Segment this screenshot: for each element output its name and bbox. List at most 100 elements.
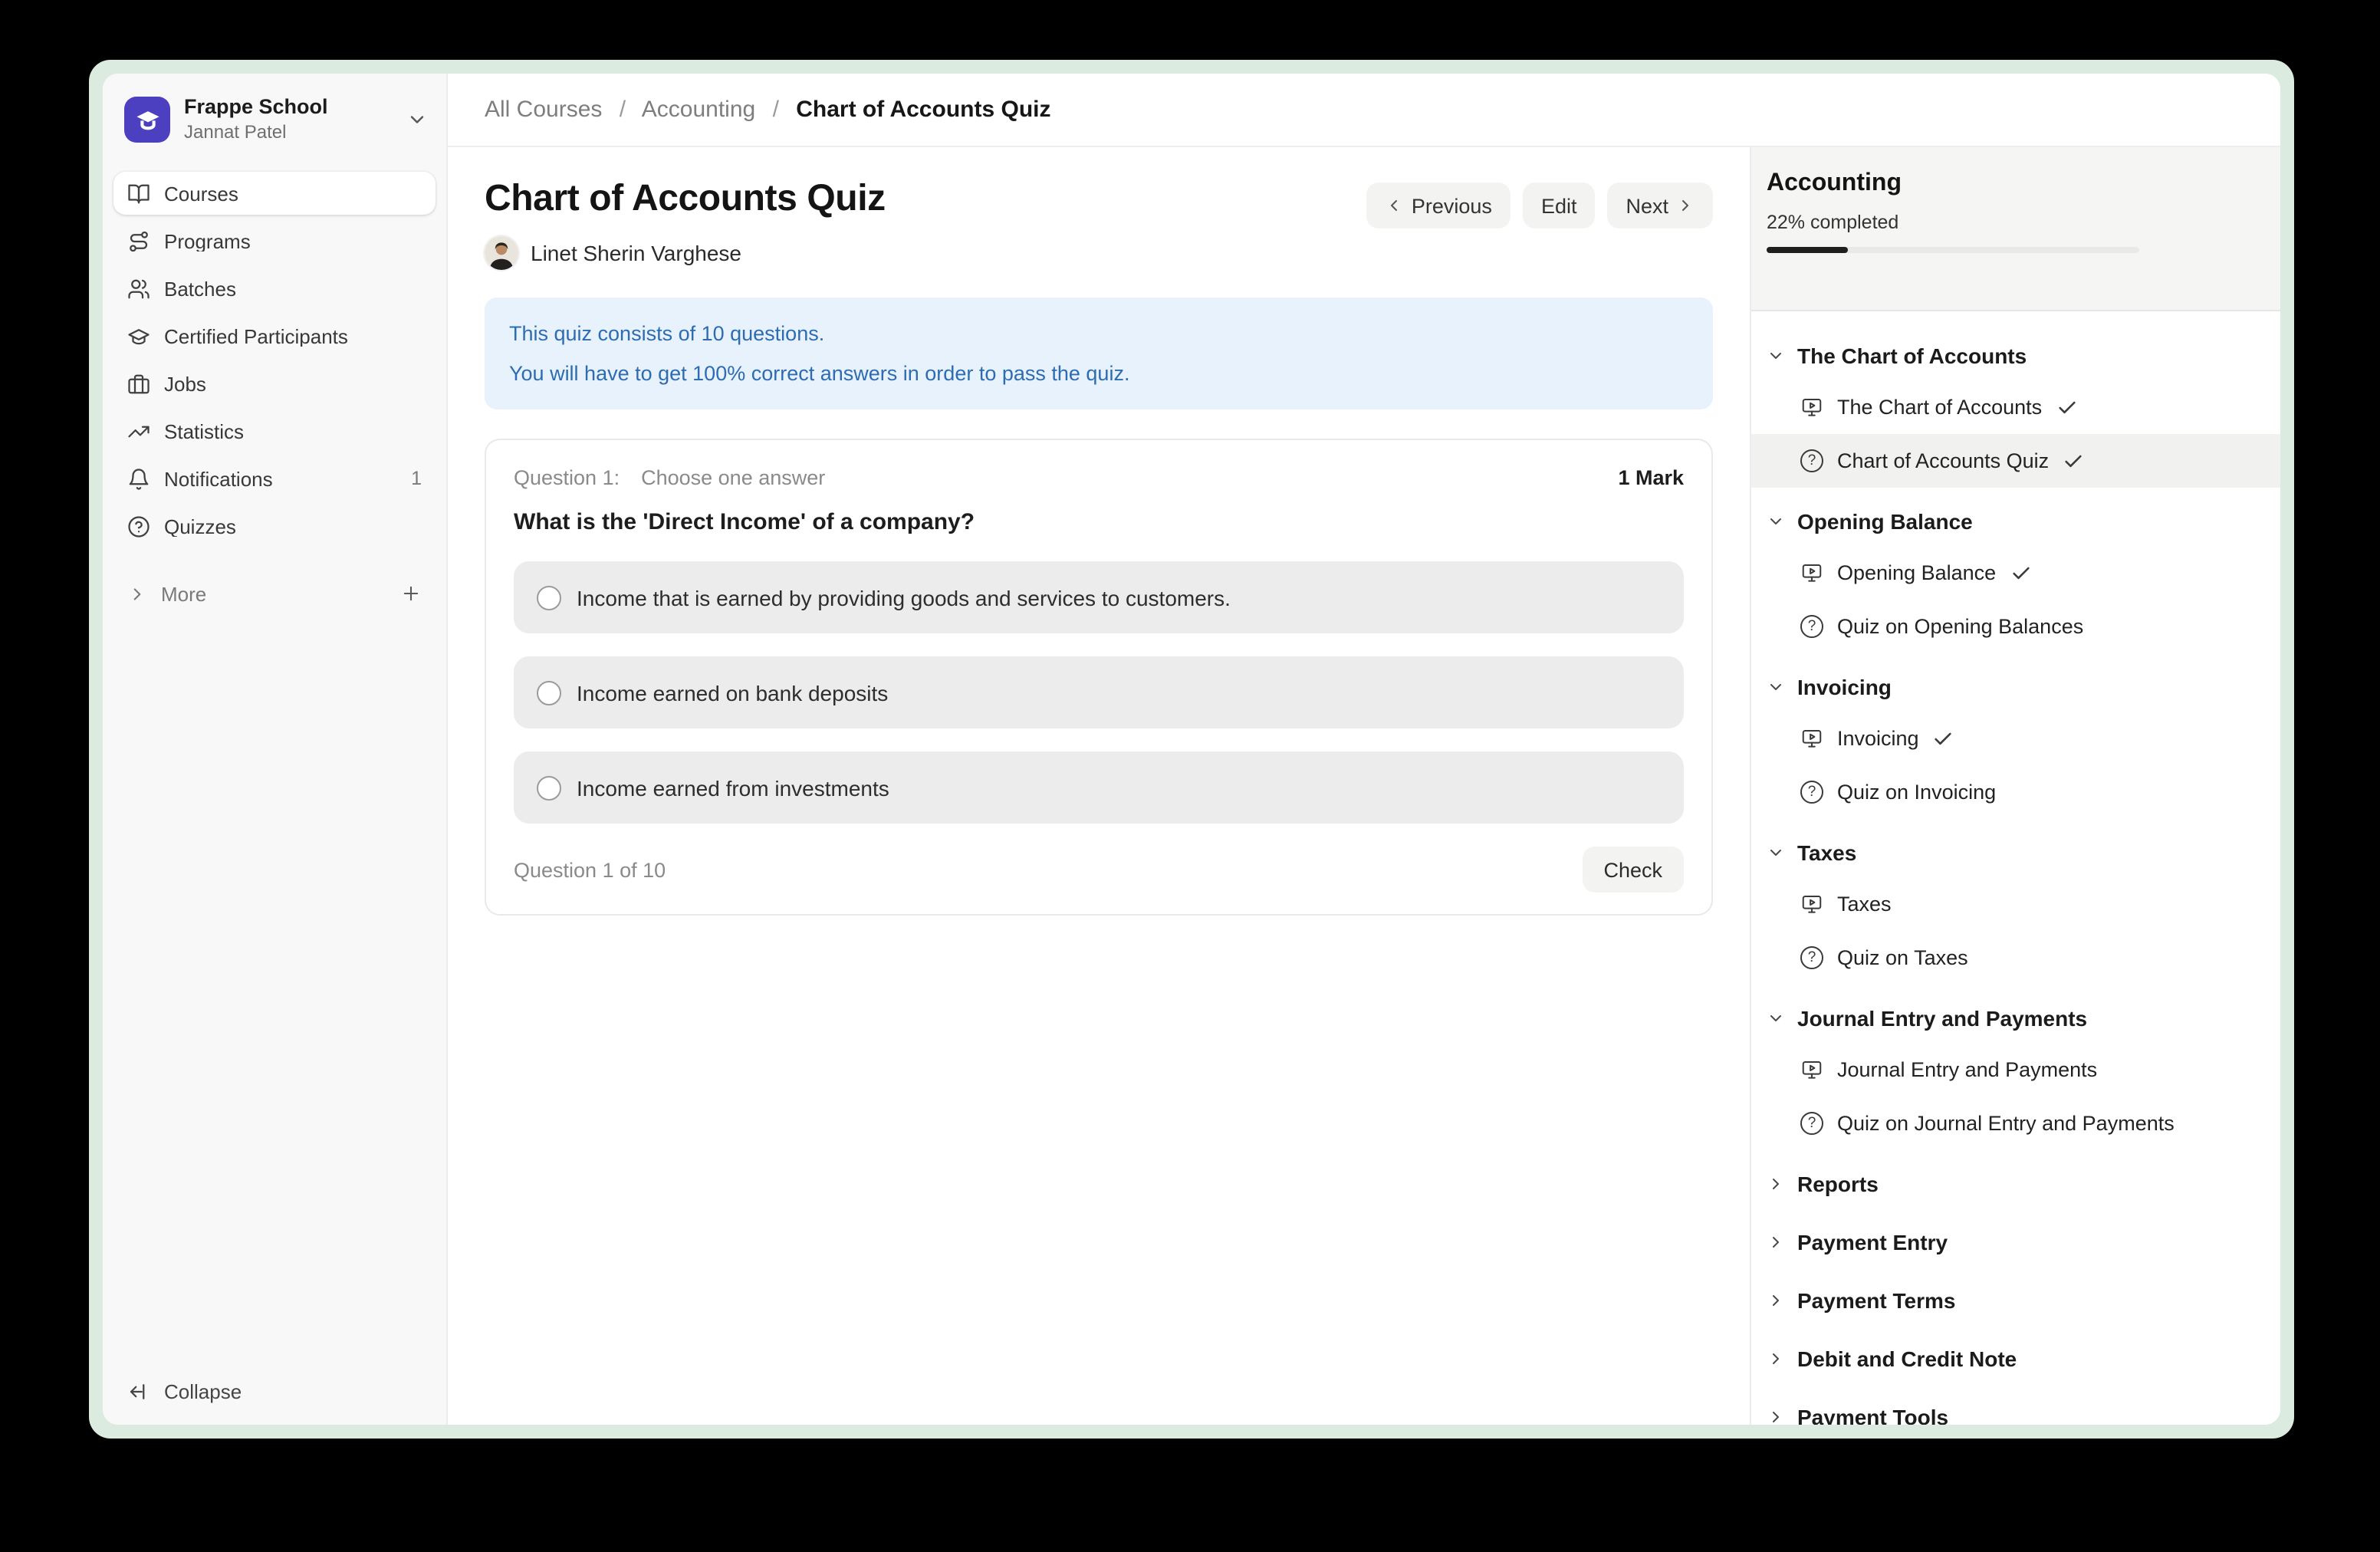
radio-icon[interactable] — [537, 776, 561, 801]
lesson-quiz-on-journal-entry-and-payments[interactable]: ? Quiz on Journal Entry and Payments — [1751, 1097, 2280, 1150]
chapter-journal-entry-and-payments[interactable]: Journal Entry and Payments — [1751, 992, 2280, 1043]
lesson-quiz-on-opening-balances[interactable]: ? Quiz on Opening Balances — [1751, 600, 2280, 653]
completed-check-icon — [2010, 562, 2031, 584]
users-icon — [127, 278, 150, 301]
notifications-count-badge: 1 — [411, 469, 422, 490]
sidebar-item-jobs[interactable]: Jobs — [113, 363, 436, 406]
completed-check-icon — [1933, 728, 1954, 749]
chapter-payment-tools[interactable]: Payment Tools — [1751, 1391, 2280, 1425]
chapter-reports[interactable]: Reports — [1751, 1158, 2280, 1208]
sidebar-item-programs[interactable]: Programs — [113, 220, 436, 263]
chapter-opening-balance[interactable]: Opening Balance — [1751, 495, 2280, 546]
course-progress-bar — [1767, 247, 2139, 253]
check-button[interactable]: Check — [1582, 847, 1684, 893]
graduation-cap-icon — [127, 325, 150, 348]
previous-button[interactable]: Previous — [1367, 182, 1511, 229]
bell-icon — [127, 468, 150, 491]
quiz-lesson-icon: ? — [1800, 781, 1823, 804]
plus-icon[interactable] — [400, 584, 422, 605]
answer-options: Income that is earned by providing goods… — [514, 562, 1684, 824]
lesson-quiz-on-taxes[interactable]: ? Quiz on Taxes — [1751, 931, 2280, 985]
app-window: Frappe School Jannat Patel Courses Progr… — [89, 60, 2294, 1439]
video-lesson-icon — [1800, 727, 1823, 750]
breadcrumb-bar: All Courses / Accounting / Chart of Acco… — [448, 74, 2280, 147]
desktop: Frappe School Jannat Patel Courses Progr… — [0, 0, 2380, 1552]
completed-check-icon — [2063, 450, 2084, 472]
chapter-taxes[interactable]: Taxes — [1751, 827, 2280, 877]
answer-option-2[interactable]: Income earned on bank deposits — [514, 657, 1684, 729]
book-open-icon — [127, 182, 150, 206]
lesson-the-chart-of-accounts[interactable]: The Chart of Accounts — [1751, 380, 2280, 434]
lesson-quiz-on-invoicing[interactable]: ? Quiz on Invoicing — [1751, 765, 2280, 819]
video-lesson-icon — [1800, 1058, 1823, 1081]
question-number-label: Question 1: — [514, 467, 620, 490]
chevron-right-icon — [1767, 1407, 1785, 1425]
next-button[interactable]: Next — [1607, 182, 1713, 229]
quiz-lesson-icon: ? — [1800, 449, 1823, 472]
course-outline-panel: Accounting 22% completed The Chart of Ac… — [1750, 147, 2280, 1425]
breadcrumb-accounting[interactable]: Accounting — [642, 97, 755, 123]
answer-option-3[interactable]: Income earned from investments — [514, 752, 1684, 824]
collapse-sidebar-icon — [127, 1379, 150, 1402]
sidebar-item-courses[interactable]: Courses — [113, 173, 436, 215]
chapter-invoicing[interactable]: Invoicing — [1751, 661, 2280, 712]
breadcrumb-current: Chart of Accounts Quiz — [796, 97, 1050, 123]
route-icon — [127, 230, 150, 253]
chevron-down-icon — [1767, 346, 1785, 364]
lesson-chart-of-accounts-quiz[interactable]: ? Chart of Accounts Quiz — [1751, 434, 2280, 488]
edit-button[interactable]: Edit — [1523, 182, 1596, 229]
author-name: Linet Sherin Varghese — [531, 241, 741, 265]
chevron-right-icon — [1767, 1232, 1785, 1251]
sidebar-item-quizzes[interactable]: Quizzes — [113, 505, 436, 548]
quiz-instruction-line-2: You will have to get 100% correct answer… — [509, 353, 1688, 393]
course-title: Accounting — [1767, 170, 2265, 198]
chapter-the-chart-of-accounts[interactable]: The Chart of Accounts — [1751, 330, 2280, 380]
lesson-journal-entry-and-payments[interactable]: Journal Entry and Payments — [1751, 1043, 2280, 1097]
lesson-taxes[interactable]: Taxes — [1751, 877, 2280, 931]
chevron-right-icon — [127, 584, 147, 604]
breadcrumb-all-courses[interactable]: All Courses — [485, 97, 602, 123]
question-card: Question 1: Choose one answer 1 Mark Wha… — [485, 439, 1713, 916]
radio-icon[interactable] — [537, 586, 561, 610]
lesson-invoicing[interactable]: Invoicing — [1751, 712, 2280, 765]
sidebar-item-more[interactable]: More — [113, 573, 436, 616]
quiz-instruction-line-1: This quiz consists of 10 questions. — [509, 314, 1688, 353]
chevron-down-icon — [1767, 1008, 1785, 1027]
question-marks: 1 Mark — [1618, 467, 1684, 490]
chapter-debit-and-credit-note[interactable]: Debit and Credit Note — [1751, 1333, 2280, 1383]
chevron-down-icon — [1767, 677, 1785, 695]
sidebar-item-certified-participants[interactable]: Certified Participants — [113, 315, 436, 358]
chevron-down-icon — [406, 109, 428, 130]
author-row: Linet Sherin Varghese — [485, 236, 886, 270]
sidebar-item-statistics[interactable]: Statistics — [113, 410, 436, 453]
sidebar-collapse-button[interactable]: Collapse — [103, 1357, 446, 1425]
sidebar-menu: Courses Programs Batches Certified Parti… — [103, 160, 446, 620]
chapter-payment-terms[interactable]: Payment Terms — [1751, 1274, 2280, 1325]
video-lesson-icon — [1800, 396, 1823, 419]
course-progress-header: Accounting 22% completed — [1751, 147, 2280, 311]
video-lesson-icon — [1800, 893, 1823, 916]
quiz-lesson-icon: ? — [1800, 946, 1823, 969]
sidebar-item-notifications[interactable]: Notifications 1 — [113, 458, 436, 501]
chapter-payment-entry[interactable]: Payment Entry — [1751, 1216, 2280, 1267]
course-progress-text: 22% completed — [1767, 212, 2265, 233]
chevron-right-icon — [1767, 1349, 1785, 1367]
chevron-right-icon — [1676, 196, 1695, 215]
radio-icon[interactable] — [537, 681, 561, 705]
briefcase-icon — [127, 373, 150, 396]
video-lesson-icon — [1800, 561, 1823, 584]
question-type-hint: Choose one answer — [641, 467, 825, 490]
quiz-page: Chart of Accounts Quiz — [448, 147, 1750, 1425]
quiz-toolbar: Previous Edit Next — [1367, 182, 1713, 229]
workspace-switcher[interactable]: Frappe School Jannat Patel — [103, 74, 446, 160]
answer-option-1[interactable]: Income that is earned by providing goods… — [514, 562, 1684, 634]
frappe-school-logo — [124, 97, 170, 143]
breadcrumb: All Courses / Accounting / Chart of Acco… — [485, 97, 1051, 123]
completed-check-icon — [2056, 396, 2077, 418]
avatar — [485, 236, 518, 270]
chevron-right-icon — [1767, 1291, 1785, 1309]
chevron-left-icon — [1386, 196, 1404, 215]
progress-fill — [1767, 247, 1849, 253]
sidebar-item-batches[interactable]: Batches — [113, 268, 436, 311]
lesson-opening-balance[interactable]: Opening Balance — [1751, 546, 2280, 600]
